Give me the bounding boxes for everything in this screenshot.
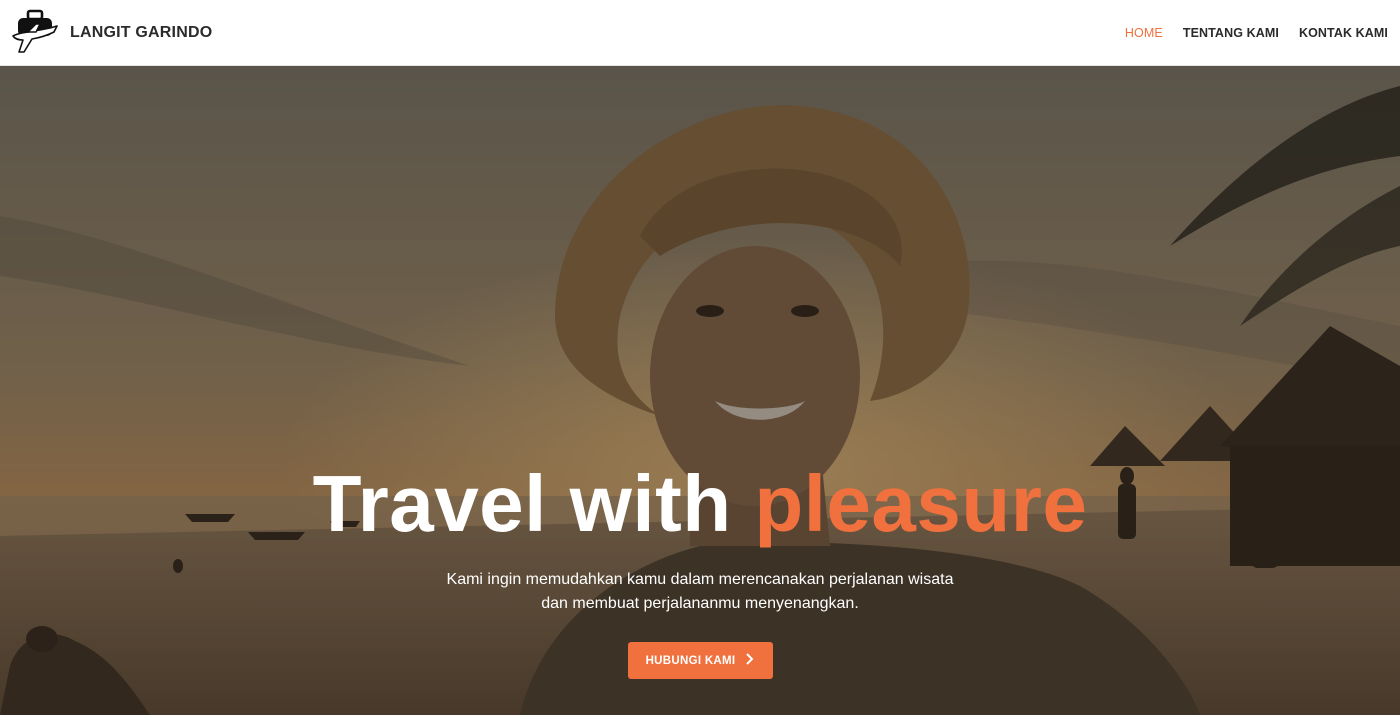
nav-kontak-kami[interactable]: KONTAK KAMI — [1299, 26, 1388, 40]
hero-content: Travel with pleasure Kami ingin memudahk… — [0, 456, 1400, 679]
nav-home[interactable]: HOME — [1125, 26, 1163, 40]
subtitle-line-2: dan membuat perjalananmu menyenangkan. — [541, 595, 859, 612]
nav-tentang-kami[interactable]: TENTANG KAMI — [1183, 26, 1279, 40]
chevron-right-icon — [745, 653, 754, 668]
brand[interactable]: LANGIT GARINDO — [0, 0, 212, 66]
headline-accent: pleasure — [754, 459, 1088, 548]
headline-main: Travel with — [312, 459, 732, 548]
hero-headline: Travel with pleasure — [0, 456, 1400, 552]
brand-name: LANGIT GARINDO — [70, 23, 213, 41]
site-header: LANGIT GARINDO HOME TENTANG KAMI KONTAK … — [0, 0, 1400, 66]
luggage-airplane-icon — [12, 9, 58, 53]
hero-subtitle: Kami ingin memudahkan kamu dalam merenca… — [0, 568, 1400, 616]
hubungi-kami-button[interactable]: HUBUNGI KAMI — [627, 642, 773, 679]
subtitle-line-1: Kami ingin memudahkan kamu dalam merenca… — [446, 571, 954, 588]
main-nav: HOME TENTANG KAMI KONTAK KAMI — [1125, 0, 1388, 66]
cta-label: HUBUNGI KAMI — [645, 654, 736, 667]
hero-section: Travel with pleasure Kami ingin memudahk… — [0, 66, 1400, 715]
